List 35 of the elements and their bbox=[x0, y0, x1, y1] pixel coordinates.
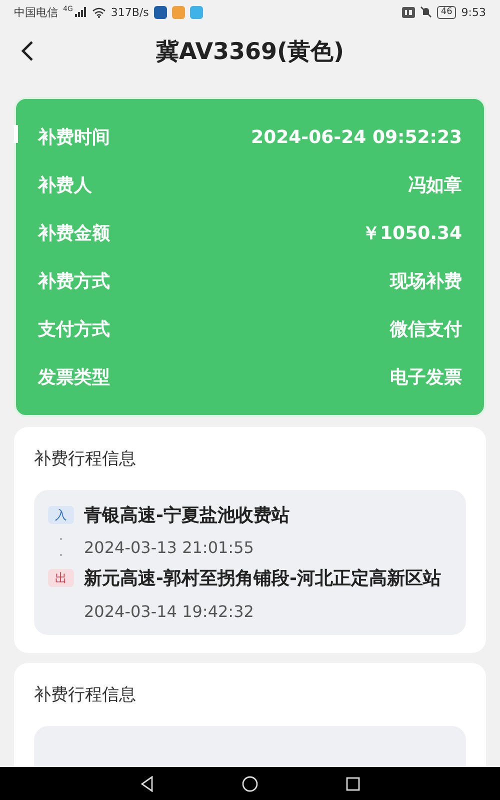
field-value: 电子发票 bbox=[390, 366, 462, 389]
app-icon bbox=[154, 6, 167, 18]
field-label: 补费时间 bbox=[38, 126, 110, 149]
field-label: 补费人 bbox=[38, 174, 92, 197]
battery-level: 46 bbox=[436, 6, 456, 18]
hd-icon bbox=[402, 6, 415, 18]
signal-icon bbox=[74, 7, 87, 17]
carrier-name: 中国电信 bbox=[14, 4, 58, 20]
section-title: 补费行程信息 bbox=[34, 448, 137, 470]
network-speed: 317B/s bbox=[110, 6, 149, 18]
field-value: 微信支付 bbox=[390, 318, 462, 341]
field-label: 补费金额 bbox=[38, 222, 110, 245]
field-label: 发票类型 bbox=[38, 366, 110, 389]
clock: 9:53 bbox=[461, 6, 486, 18]
field-value: 现场补费 bbox=[390, 270, 462, 293]
muted-bell-icon bbox=[420, 6, 432, 18]
pass-time: 2024-03-13 21:01:55 bbox=[84, 538, 255, 558]
field-value: 2024-06-24 09:52:23 bbox=[251, 126, 462, 148]
exit-tag: 出 bbox=[48, 569, 74, 588]
wifi-icon bbox=[92, 6, 106, 18]
station-name: 青银高速-宁夏盐池收费站 bbox=[84, 504, 290, 528]
app-icon bbox=[172, 6, 185, 18]
back-nav-icon[interactable] bbox=[140, 776, 154, 792]
field-label: 补费方式 bbox=[38, 270, 110, 293]
field-value: ￥1050.34 bbox=[362, 222, 462, 245]
field-label: 支付方式 bbox=[38, 318, 110, 341]
home-nav-icon[interactable] bbox=[242, 776, 258, 792]
page-title: 冀AV3369(黄色) bbox=[156, 38, 344, 66]
section-title: 补费行程信息 bbox=[34, 684, 137, 706]
pass-time: 2024-03-14 19:42:32 bbox=[84, 602, 255, 621]
field-value: 冯如章 bbox=[408, 174, 462, 197]
station-name: 新元高速-郭村至拐角铺段-河北正定高新区站 bbox=[84, 567, 442, 592]
entry-tag: 入 bbox=[48, 506, 74, 524]
app-icon bbox=[190, 6, 203, 18]
recents-nav-icon[interactable] bbox=[346, 776, 360, 790]
